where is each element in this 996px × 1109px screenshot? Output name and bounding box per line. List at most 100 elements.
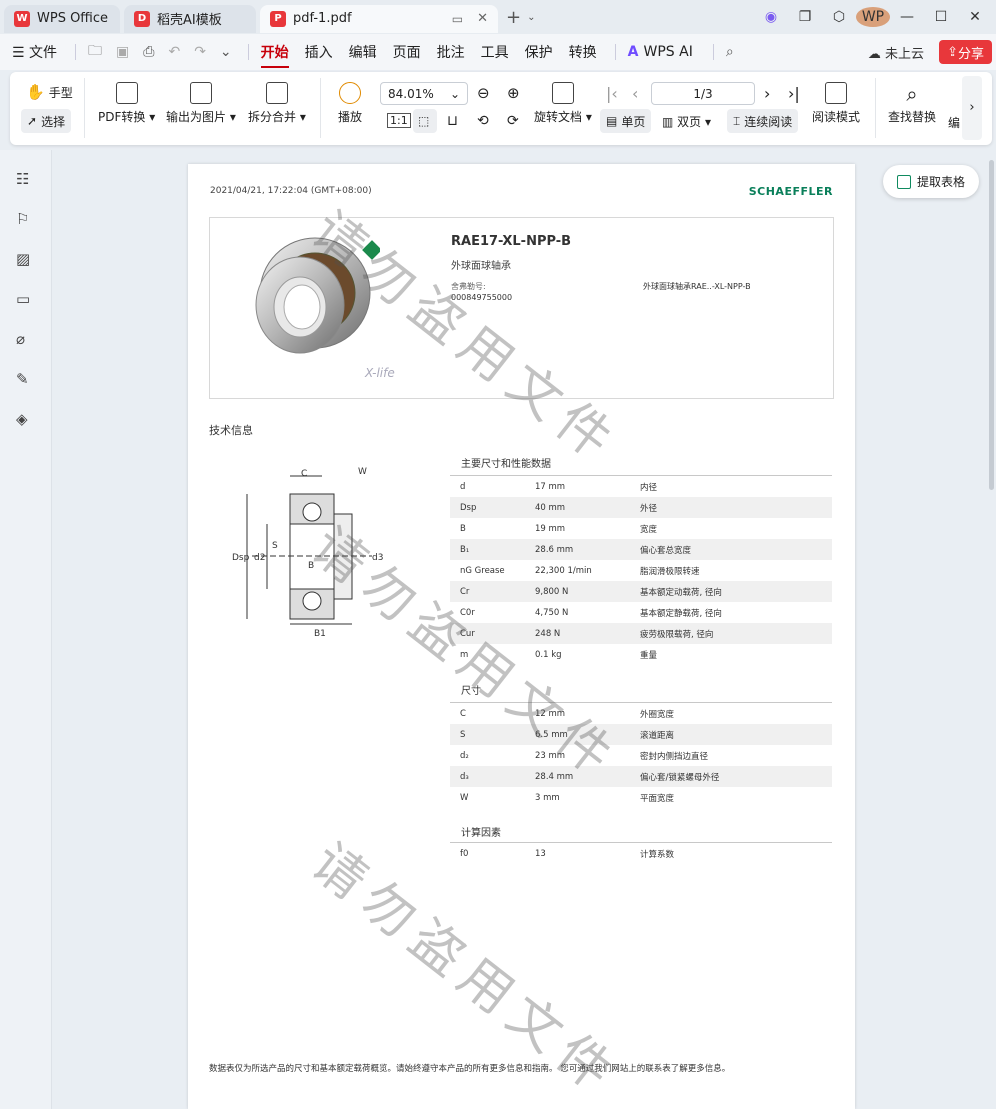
spec-row: S 6.5 mm 滚道距离 <box>450 724 832 745</box>
last-page-icon[interactable]: ›| <box>788 84 800 103</box>
split-merge-icon <box>265 82 288 104</box>
hand-tool-button[interactable]: ✋ 手型 <box>26 83 73 101</box>
wps-ai-button[interactable]: A WPS AI <box>628 44 693 60</box>
menu-edit[interactable]: 编辑 <box>349 42 377 62</box>
spec-row: Cur 248 N 疲劳极限载荷, 径向 <box>450 623 832 644</box>
maximize-icon[interactable]: ☐ <box>924 9 958 25</box>
close-tab-icon[interactable]: ✕ <box>477 11 488 26</box>
spec-symbol: C <box>460 708 466 719</box>
tab-docer-template[interactable]: D 稻壳AI模板 <box>124 4 256 33</box>
title-bar: W WPS Office D 稻壳AI模板 P pdf-1.pdf ▭ ✕ + … <box>0 0 996 34</box>
menu-convert[interactable]: 转换 <box>569 42 597 62</box>
brand-logo: SCHAEFFLER <box>748 185 833 198</box>
search-icon: ⌕ <box>906 82 918 106</box>
print-icon[interactable]: ⎙ <box>143 44 154 60</box>
chevron-down-icon[interactable]: ⌄ <box>220 44 232 60</box>
spec-description: 偏心套总宽度 <box>630 539 832 560</box>
new-tab-icon[interactable]: + <box>506 7 521 28</box>
user-avatar[interactable]: WP <box>856 7 890 27</box>
page-number-input[interactable]: 1/3 <box>651 82 755 105</box>
menu-tools[interactable]: 工具 <box>481 42 509 62</box>
close-window-icon[interactable]: ✕ <box>958 9 992 25</box>
dim-label-d3: d3 <box>372 553 383 563</box>
cursor-icon: ➚ <box>27 114 38 128</box>
menu-bar: ☰ 文件 🗀 ▣ ⎙ ↶ ↷ ⌄ 开始 插入 编辑 页面 批注 工具 保护 转换… <box>0 34 996 70</box>
tech-info-heading: 技术信息 <box>209 424 253 437</box>
spec-description: 内径 <box>640 482 658 493</box>
search-icon[interactable]: ⌕ <box>726 44 734 60</box>
redo-icon[interactable]: ↷ <box>194 44 206 60</box>
double-page-button[interactable]: ▥ 双页 ▾ <box>662 113 711 130</box>
play-button[interactable]: 播放 <box>338 82 362 125</box>
restore-icon[interactable]: ❐ <box>788 9 822 25</box>
divider <box>247 44 249 60</box>
window-mode-icon[interactable]: ▭ <box>452 12 463 26</box>
read-mode-button[interactable]: 阅读模式 <box>812 82 860 125</box>
next-page-icon[interactable]: › <box>764 84 770 103</box>
menu-page[interactable]: 页面 <box>393 42 421 62</box>
rotate-document-button[interactable]: 旋转文档 ▾ <box>534 82 592 125</box>
rotate-right-icon[interactable]: ⟳ <box>507 113 519 129</box>
bearing-image <box>255 237 380 354</box>
bookmark-icon[interactable]: ⚐ <box>16 210 32 228</box>
split-merge-button[interactable]: 拆分合并 ▾ <box>248 82 306 125</box>
vertical-scrollbar[interactable] <box>989 160 994 490</box>
signature-icon[interactable]: ✎ <box>16 370 32 388</box>
ai-assistant-icon[interactable]: ◉ <box>754 9 788 25</box>
file-menu[interactable]: ☰ 文件 <box>12 42 57 62</box>
tab-pdf-document[interactable]: P pdf-1.pdf ▭ ✕ <box>260 4 498 33</box>
cloud-status[interactable]: ☁ 未上云 <box>868 43 924 62</box>
spec-symbol: d₂ <box>460 750 469 761</box>
rotate-left-icon[interactable]: ⟲ <box>477 113 489 129</box>
edit-button[interactable]: 编 <box>948 114 960 131</box>
spec-symbol: d <box>460 481 466 492</box>
undo-icon[interactable]: ↶ <box>168 44 180 60</box>
export-image-button[interactable]: 输出为图片 ▾ <box>166 82 236 125</box>
spec-row: Cr 9,800 N 基本额定动载荷, 径向 <box>450 581 832 602</box>
open-folder-icon[interactable]: 🗀 <box>88 40 102 64</box>
fit-width-icon[interactable]: ⊔ <box>447 113 458 129</box>
product-no-label: 舍弗勒号: <box>451 282 486 291</box>
single-page-button[interactable]: ▤ 单页 <box>600 109 652 133</box>
chevron-down-icon[interactable]: ⌄ <box>527 12 535 23</box>
share-button[interactable]: ⇪ 分享 <box>939 40 992 64</box>
select-tool-button[interactable]: ➚ 选择 <box>21 109 72 133</box>
first-page-icon[interactable]: |‹ <box>606 84 618 103</box>
menu-home[interactable]: 开始 <box>260 42 289 68</box>
outline-icon[interactable]: ☷ <box>16 170 32 188</box>
spec-description: 偏心套/锁紧螺母外径 <box>630 766 832 787</box>
fit-page-icon[interactable]: ⬚ <box>413 109 437 133</box>
spec-row: d₂ 23 mm 密封内侧挡边直径 <box>450 745 832 766</box>
menu-comment[interactable]: 批注 <box>437 42 465 62</box>
left-sidebar: ☷ ⚐ ▨ ▭ ⌀ ✎ ◈ <box>0 150 52 1109</box>
menu-insert[interactable]: 插入 <box>305 42 333 62</box>
zoom-out-icon[interactable]: ⊖ <box>477 84 490 102</box>
spec-value: 19 mm <box>535 523 566 534</box>
comment-icon[interactable]: ▭ <box>16 290 32 308</box>
tab-wps-office[interactable]: W WPS Office <box>4 4 120 33</box>
cube-icon[interactable]: ⬡ <box>822 9 856 25</box>
actual-size-icon[interactable]: 1:1 <box>387 113 411 128</box>
save-icon[interactable]: ▣ <box>116 44 129 60</box>
prev-page-icon[interactable]: ‹ <box>632 84 638 103</box>
minimize-icon[interactable]: — <box>890 9 924 25</box>
thumbnail-icon[interactable]: ▨ <box>16 250 32 268</box>
image-icon <box>189 82 212 104</box>
xlife-logo: X-life <box>365 366 395 380</box>
book-icon <box>825 82 847 104</box>
main-spec-table: d 17 mm 内径 Dsp 40 mm 外径 B 19 mm 宽度 B₁ 28.6 mm 偏心套总宽… <box>450 476 832 665</box>
zoom-select[interactable]: 84.01% ⌄ <box>380 82 468 105</box>
extract-table-button[interactable]: 提取表格 <box>883 165 979 198</box>
dim-label-d2: d2 <box>254 553 265 563</box>
layers-icon[interactable]: ◈ <box>16 410 32 428</box>
attachment-icon[interactable]: ⌀ <box>16 330 32 348</box>
ribbon-scroll-right[interactable]: › <box>962 76 982 140</box>
continuous-read-button[interactable]: ⌶ 连续阅读 <box>727 109 799 133</box>
spec-description: 重量 <box>640 650 658 661</box>
menu-protect[interactable]: 保护 <box>525 42 553 62</box>
tab-label: 稻壳AI模板 <box>157 13 222 28</box>
table-icon <box>896 174 911 189</box>
find-replace-button[interactable]: ⌕ 查找替换 <box>888 82 936 125</box>
zoom-in-icon[interactable]: ⊕ <box>507 84 520 102</box>
pdf-convert-button[interactable]: PDF转换 ▾ <box>98 82 155 125</box>
